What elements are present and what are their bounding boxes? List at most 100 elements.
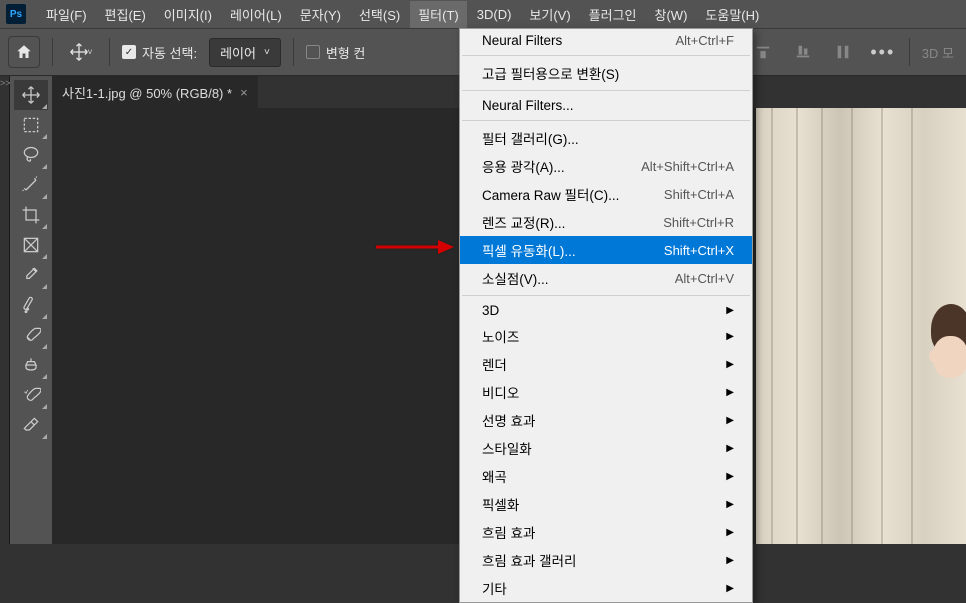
submenu-arrow-icon: ▶ (726, 583, 734, 594)
menu-item-label: 고급 필터용으로 변환(S) (482, 63, 619, 83)
panel-gutter[interactable]: >> (0, 76, 10, 544)
menu-item-shortcut: Shift+Ctrl+R (663, 215, 734, 230)
menu-item-label: 기타 (482, 578, 507, 598)
menu-3d[interactable]: 3D(D) (469, 3, 520, 26)
menu-item-shortcut: Alt+Shift+Ctrl+A (641, 159, 734, 174)
submenu-arrow-icon: ▶ (726, 471, 734, 482)
close-icon[interactable]: × (240, 85, 248, 100)
menu-item-2[interactable]: 고급 필터용으로 변환(S) (460, 59, 752, 87)
menu-item-14[interactable]: 노이즈 ▶ (460, 322, 752, 350)
checkbox-unchecked-icon (306, 45, 320, 59)
checkbox-checked-icon: ✓ (122, 45, 136, 59)
menu-item-11[interactable]: 소실점(V)...Alt+Ctrl+V (460, 264, 752, 292)
transform-controls-option[interactable]: 변형 컨 (306, 43, 366, 62)
menu-edit[interactable]: 편집(E) (97, 1, 154, 28)
auto-select-label: 자동 선택: (142, 43, 197, 62)
menu-item-label: 픽셀 유동화(L)... (482, 240, 576, 260)
move-tool[interactable] (14, 80, 48, 110)
separator (909, 38, 910, 66)
submenu-arrow-icon: ▶ (726, 331, 734, 342)
clone-stamp-tool[interactable] (14, 350, 48, 380)
layer-dropdown-value: 레이어 (220, 43, 256, 62)
three-d-mode-label: 3D 모 (922, 43, 954, 62)
submenu-arrow-icon: ▶ (726, 305, 734, 316)
menu-select[interactable]: 선택(S) (351, 1, 408, 28)
menu-item-label: 스타일화 (482, 438, 532, 458)
menu-item-23[interactable]: 기타 ▶ (460, 574, 752, 602)
menu-view[interactable]: 보기(V) (521, 1, 578, 28)
menu-item-label: 흐림 효과 갤러리 (482, 550, 576, 570)
menubar: Ps 파일(F) 편집(E) 이미지(I) 레이어(L) 문자(Y) 선택(S)… (0, 0, 966, 28)
menu-layer[interactable]: 레이어(L) (222, 1, 290, 28)
menu-item-label: 렌즈 교정(R)... (482, 212, 565, 232)
align-icon-3[interactable] (829, 38, 857, 66)
magic-wand-tool[interactable] (14, 170, 48, 200)
menu-item-21[interactable]: 흐림 효과 ▶ (460, 518, 752, 546)
submenu-arrow-icon: ▶ (726, 415, 734, 426)
layer-dropdown[interactable]: 레이어 ˅ (209, 38, 281, 67)
eyedropper-tool[interactable] (14, 260, 48, 290)
tools-panel (10, 76, 52, 544)
menu-help[interactable]: 도움말(H) (697, 1, 767, 28)
menu-item-0[interactable]: Neural Filters Alt+Ctrl+F (460, 29, 752, 52)
annotation-arrow (374, 238, 456, 261)
menu-item-9[interactable]: 렌즈 교정(R)... Shift+Ctrl+R (460, 208, 752, 236)
brush-tool[interactable] (14, 320, 48, 350)
menu-item-shortcut: Alt+Ctrl+F (675, 33, 734, 48)
menu-item-10[interactable]: 픽셀 유동화(L)... Shift+Ctrl+X (460, 236, 752, 264)
menu-item-17[interactable]: 선명 효과 ▶ (460, 406, 752, 434)
menu-item-6[interactable]: 필터 갤러리(G)... (460, 124, 752, 152)
menu-item-label: 3D (482, 303, 499, 318)
submenu-arrow-icon: ▶ (726, 527, 734, 538)
menu-item-13[interactable]: 3D ▶ (460, 299, 752, 322)
menu-item-label: Camera Raw 필터(C)... (482, 184, 619, 204)
menu-item-18[interactable]: 스타일화 ▶ (460, 434, 752, 462)
separator (109, 38, 110, 66)
lasso-tool[interactable] (14, 140, 48, 170)
menu-image[interactable]: 이미지(I) (156, 1, 220, 28)
move-tool-indicator[interactable]: ˅ (65, 36, 97, 68)
menu-item-label: 왜곡 (482, 466, 507, 486)
menu-item-shortcut: Shift+Ctrl+X (664, 243, 734, 258)
menu-item-4[interactable]: Neural Filters... (460, 94, 752, 117)
menu-item-8[interactable]: Camera Raw 필터(C)...Shift+Ctrl+A (460, 180, 752, 208)
menu-item-label: 응용 광각(A)... (482, 156, 565, 176)
menu-item-15[interactable]: 렌더▶ (460, 350, 752, 378)
menu-item-20[interactable]: 픽셀화▶ (460, 490, 752, 518)
more-options-icon[interactable]: ••• (869, 38, 897, 66)
chevron-down-icon: ˅ (264, 47, 270, 58)
menu-plugin[interactable]: 플러그인 (581, 1, 645, 28)
align-icon-2[interactable] (789, 38, 817, 66)
filter-menu-dropdown: Neural Filters Alt+Ctrl+F 고급 필터용으로 변환(S) Ne… (459, 28, 753, 603)
menu-item-label: Neural Filters (482, 33, 562, 48)
move-icon (69, 42, 89, 62)
menu-item-22[interactable]: 흐림 효과 갤러리▶ (460, 546, 752, 574)
menu-item-7[interactable]: 응용 광각(A)... Alt+Shift+Ctrl+A (460, 152, 752, 180)
menu-item-label: 흐림 효과 (482, 522, 535, 542)
menu-item-16[interactable]: 비디오▶ (460, 378, 752, 406)
menu-filter[interactable]: 필터(T) (410, 1, 467, 28)
submenu-arrow-icon: ▶ (726, 443, 734, 454)
frame-tool[interactable] (14, 230, 48, 260)
menu-type[interactable]: 문자(Y) (292, 1, 349, 28)
menu-separator (462, 90, 750, 91)
menu-item-label: 노이즈 (482, 326, 519, 346)
marquee-tool[interactable] (14, 110, 48, 140)
eraser-tool[interactable] (14, 410, 48, 440)
menu-separator (462, 55, 750, 56)
history-brush-tool[interactable] (14, 380, 48, 410)
chevron-down-icon: ˅ (87, 47, 92, 57)
menu-item-label: Neural Filters... (482, 98, 574, 113)
auto-select-option[interactable]: ✓ 자동 선택: (122, 43, 197, 62)
submenu-arrow-icon: ▶ (726, 387, 734, 398)
menu-file[interactable]: 파일(F) (38, 1, 95, 28)
menu-item-19[interactable]: 왜곡 ▶ (460, 462, 752, 490)
document-tab[interactable]: 사진1-1.jpg @ 50% (RGB/8) * × (52, 76, 258, 108)
menu-window[interactable]: 창(W) (647, 1, 696, 28)
menu-item-label: 필터 갤러리(G)... (482, 128, 579, 148)
menu-item-label: 선명 효과 (482, 410, 535, 430)
document-tab-title: 사진1-1.jpg @ 50% (RGB/8) * (62, 83, 232, 102)
home-button[interactable] (8, 36, 40, 68)
crop-tool[interactable] (14, 200, 48, 230)
healing-brush-tool[interactable] (14, 290, 48, 320)
